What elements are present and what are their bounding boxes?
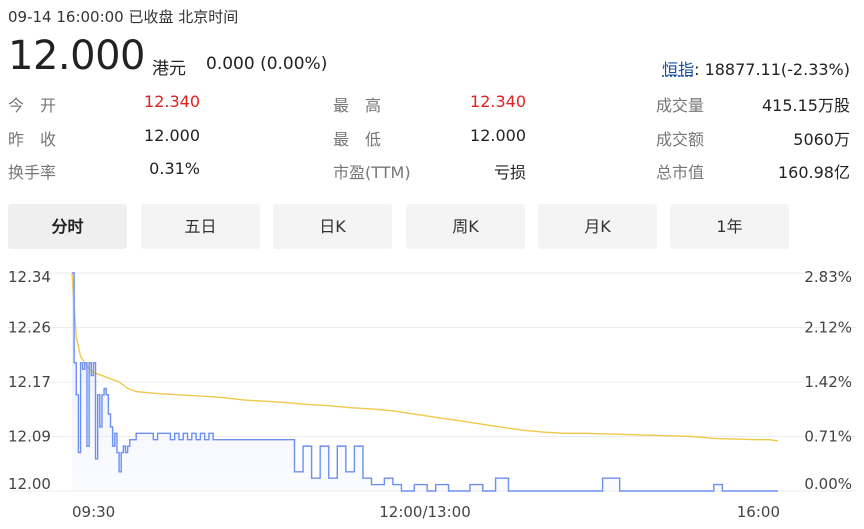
tab-weekly-k[interactable]: 周K <box>406 204 525 249</box>
prev-close-value: 12.000 <box>144 126 200 145</box>
average-price-line <box>71 272 779 442</box>
y-tick-label: 12.34 <box>8 268 51 286</box>
tab-five-day[interactable]: 五日 <box>141 204 260 249</box>
y-axis-labels: 12.34 12.26 12.17 12.09 12.00 <box>8 268 51 493</box>
y-right-tick-label: 1.42% <box>804 373 852 391</box>
prev-close-label: 昨 收 <box>8 130 57 149</box>
index-value: : 18877.11(-2.33%) <box>694 60 850 79</box>
x-axis-labels: 09:30 12:00/13:00 16:00 <box>72 503 780 521</box>
tab-intraday[interactable]: 分时 <box>8 204 127 249</box>
currency-label: 港元 <box>152 59 186 79</box>
low-value: 12.000 <box>470 126 526 145</box>
turnover-rate-value: 0.31% <box>149 159 200 178</box>
x-tick-label: 16:00 <box>737 503 780 521</box>
y-axis-right-labels: 2.83% 2.12% 1.42% 0.71% 0.00% <box>804 268 852 493</box>
index-link[interactable]: 恒指 <box>662 60 694 79</box>
amount-label: 成交额 <box>656 130 705 149</box>
low-label: 最 低 <box>333 130 382 149</box>
market-cap-label: 总市值 <box>656 163 705 182</box>
current-price: 12.000 <box>8 33 145 79</box>
y-tick-label: 12.09 <box>8 428 51 446</box>
pe-value: 亏损 <box>493 163 526 182</box>
intraday-chart[interactable]: 12.34 12.26 12.17 12.09 12.00 2.83% 2.12% 1.42… <box>0 255 864 529</box>
market-cap-value: 160.98亿 <box>778 163 850 182</box>
pe-label: 市盈(TTM) <box>333 163 411 182</box>
y-right-tick-label: 0.71% <box>804 428 852 446</box>
price-change: 0.000 (0.00%) <box>206 54 328 74</box>
amount-value: 5060万 <box>793 130 850 149</box>
y-tick-label: 12.17 <box>8 373 51 391</box>
high-value: 12.340 <box>470 92 526 111</box>
turnover-rate-label: 换手率 <box>8 163 57 182</box>
open-value: 12.340 <box>144 92 200 111</box>
market-status: 09-14 16:00:00 已收盘 北京时间 <box>8 8 239 26</box>
y-tick-label: 12.00 <box>8 475 51 493</box>
x-tick-label: 09:30 <box>72 503 115 521</box>
y-right-tick-label: 2.12% <box>804 319 852 337</box>
open-label: 今 开 <box>8 96 57 115</box>
y-right-tick-label: 2.83% <box>804 268 852 286</box>
index-quote: 恒指: 18877.11(-2.33%) <box>662 56 850 80</box>
high-label: 最 高 <box>333 96 382 115</box>
y-right-tick-label: 0.00% <box>804 475 852 493</box>
volume-value: 415.15万股 <box>762 96 850 115</box>
tab-daily-k[interactable]: 日K <box>273 204 392 249</box>
volume-label: 成交量 <box>656 96 705 115</box>
y-tick-label: 12.26 <box>8 319 51 337</box>
period-tabs: 分时 五日 日K 周K 月K 1年 <box>8 204 854 249</box>
tab-one-year[interactable]: 1年 <box>670 204 789 249</box>
tab-monthly-k[interactable]: 月K <box>538 204 657 249</box>
x-tick-label: 12:00/13:00 <box>379 503 471 521</box>
